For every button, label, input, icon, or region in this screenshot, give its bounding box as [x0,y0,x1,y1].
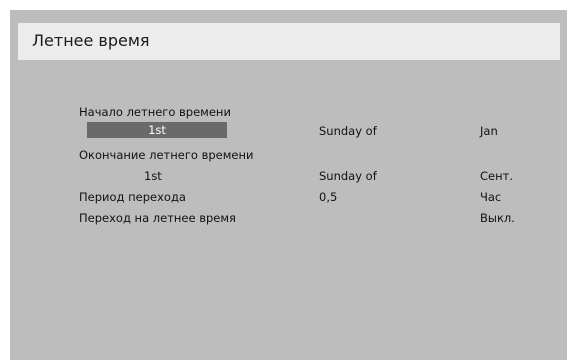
transition-period-label: Период перехода [79,190,186,204]
dst-switch-value[interactable]: Выкл. [480,211,515,225]
title-bar: Летнее время [18,23,560,60]
dst-switch-label: Переход на летнее время [79,211,236,225]
dst-end-day-select[interactable]: Sunday of [319,169,377,183]
dst-start-day-select[interactable]: Sunday of [319,124,377,138]
dst-start-month-select[interactable]: Jan [480,124,498,138]
transition-period-value[interactable]: 0,5 [319,190,337,204]
transition-period-unit: Час [480,190,502,204]
dst-end-label: Окончание летнего времени [79,148,254,162]
page-title: Летнее время [32,31,150,50]
dst-start-label: Начало летнего времени [79,105,231,119]
osd-menu-panel: Летнее время Начало летнего времени 1st … [10,10,567,360]
dst-end-month-select[interactable]: Сент. [480,169,513,183]
dst-end-week-select[interactable]: 1st [144,169,162,183]
dst-start-week-select[interactable]: 1st [87,122,227,138]
